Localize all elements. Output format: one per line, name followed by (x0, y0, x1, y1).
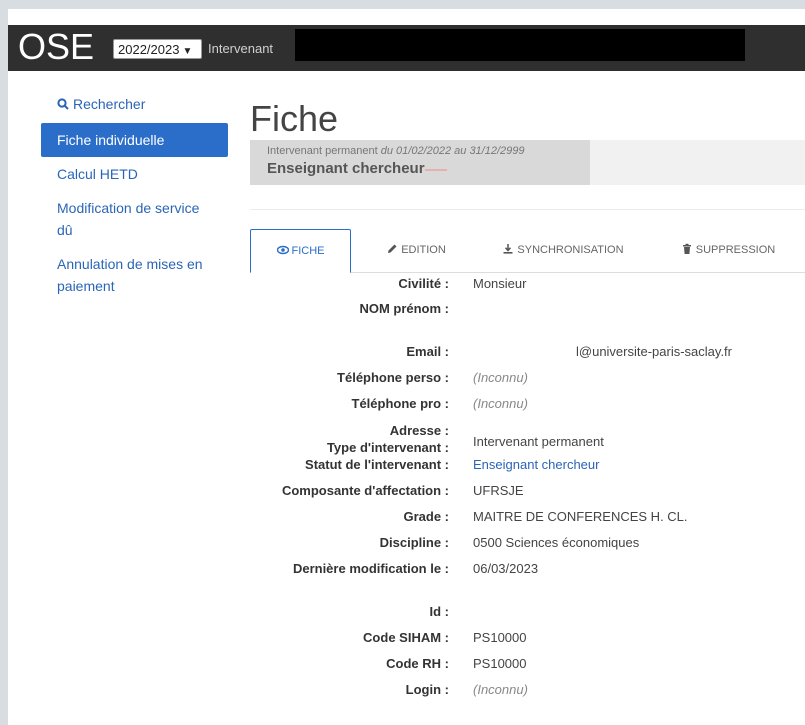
status-card: Intervenant permanent du 01/02/2022 au 3… (250, 140, 590, 185)
field-label: Login : (405, 682, 449, 697)
tab-label: FICHE (291, 245, 325, 257)
sidebar: Rechercher Fiche individuelle Calcul HET… (41, 89, 228, 303)
field-discipline: Discipline : 0500 Sciences économiques (250, 534, 805, 554)
sidebar-item-rechercher[interactable]: Rechercher (41, 89, 228, 123)
field-label: Adresse : (389, 423, 449, 438)
field-grade: Grade : MAITRE DE CONFERENCES H. CL. (250, 508, 805, 528)
field-email: Email : l@universite-paris-saclay.fr (250, 343, 805, 363)
field-value: 0500 Sciences économiques (473, 535, 640, 550)
field-tel-perso: Téléphone perso : (Inconnu) (250, 369, 805, 389)
field-value: MAITRE DE CONFERENCES H. CL. (473, 509, 688, 524)
search-icon (57, 98, 69, 110)
field-value: 06/03/2023 (473, 561, 539, 576)
status-type: Intervenant permanent (267, 145, 378, 157)
divider (250, 209, 805, 210)
field-code-rh: Code RH : PS10000 (250, 655, 805, 675)
field-label: Composante d'affectation : (281, 483, 449, 498)
field-value: (Inconnu) (473, 396, 528, 411)
status-title: Enseignant chercheur (267, 159, 573, 179)
field-civilite: Civilité : Monsieur (250, 275, 805, 295)
field-label: Téléphone perso : (337, 370, 449, 385)
field-value: Intervenant permanent (473, 434, 604, 449)
field-label: Id : (429, 604, 450, 619)
status-panel: Intervenant permanent du 01/02/2022 au 3… (250, 140, 805, 185)
tab-label: SUPPRESSION (695, 244, 776, 256)
field-value: (Inconnu) (473, 370, 528, 385)
status-statut: Enseignant chercheur (267, 160, 425, 177)
year-select[interactable]: 2022/2023 ▼ (113, 39, 202, 59)
status-period: du 01/02/2022 au 31/12/2999 (380, 145, 525, 157)
sidebar-item-annulation-paiement[interactable]: Annulation de mises en paiement (41, 247, 228, 303)
field-value: (Inconnu) (473, 682, 528, 697)
field-value: PS10000 (473, 656, 527, 671)
page-title: Fiche (250, 98, 339, 139)
field-value: Monsieur (473, 276, 527, 291)
field-label: NOM prénom : (359, 301, 449, 316)
trash-icon (682, 243, 691, 254)
tab-label: SYNCHRONISATION (517, 244, 624, 256)
sidebar-item-modification-service[interactable]: Modification de service dû (41, 191, 228, 247)
field-nom: NOM prénom : (250, 300, 805, 320)
field-label: Email : (406, 344, 449, 359)
tab-fiche[interactable]: FICHE (250, 229, 351, 273)
app-logo[interactable]: OSE (18, 27, 94, 67)
year-value: 2022/2023 (118, 42, 180, 57)
sidebar-item-label: Rechercher (73, 96, 146, 112)
role-label[interactable]: Intervenant (208, 40, 273, 58)
field-value: UFRSJE (473, 483, 524, 498)
field-label: Grade : (403, 509, 449, 524)
field-label: Dernière modification le : (292, 561, 449, 576)
field-value-link[interactable]: Enseignant chercheur (473, 456, 599, 474)
tab-label: EDITION (401, 244, 446, 256)
sidebar-item-calcul-hetd[interactable]: Calcul HETD (41, 157, 228, 191)
pencil-icon (388, 244, 397, 253)
top-navbar: OSE 2022/2023 ▼ Intervenant (8, 25, 805, 71)
field-composante: Composante d'affectation : UFRSJE (250, 482, 805, 502)
sidebar-item-fiche-individuelle[interactable]: Fiche individuelle (41, 123, 228, 157)
tab-edition[interactable]: EDITION (366, 229, 466, 273)
download-icon (503, 244, 513, 254)
field-label: Code RH : (386, 656, 449, 671)
field-tel-pro: Téléphone pro : (Inconnu) (250, 395, 805, 415)
field-label: Discipline : (379, 535, 449, 550)
field-label: Statut de l'intervenant : (305, 457, 449, 472)
field-label: Téléphone pro : (351, 396, 450, 411)
field-login: Login : (Inconnu) (250, 681, 805, 701)
underline-mark (424, 169, 447, 171)
field-label: Code SIHAM : (363, 630, 449, 645)
field-value: l@universite-paris-saclay.fr (576, 344, 732, 359)
tab-synchronisation[interactable]: SYNCHRONISATION (488, 229, 638, 273)
field-value: PS10000 (473, 630, 527, 645)
main-content: Fiche Intervenant permanent du 01/02/202… (250, 97, 805, 697)
field-label: Civilité : (398, 276, 449, 291)
chevron-down-icon: ▼ (182, 46, 193, 57)
status-subtitle: Intervenant permanent du 01/02/2022 au 3… (267, 144, 573, 159)
tab-suppression[interactable]: SUPPRESSION (658, 229, 798, 273)
tab-bar: FICHE EDITION SYNCHRONISATION SUPPRESSIO… (250, 229, 805, 273)
field-derniere-modification: Dernière modification le : 06/03/2023 (250, 560, 805, 580)
app-window: OSE 2022/2023 ▼ Intervenant Rechercher Fi… (8, 9, 805, 725)
eye-icon (276, 245, 289, 255)
field-code-siham: Code SIHAM : PS10000 (250, 629, 805, 649)
field-id: Id : (250, 603, 805, 623)
field-statut: Statut de l'intervenant : Enseignant che… (250, 456, 805, 476)
redacted-area (295, 29, 745, 61)
field-label: Type d'intervenant : (326, 440, 449, 455)
